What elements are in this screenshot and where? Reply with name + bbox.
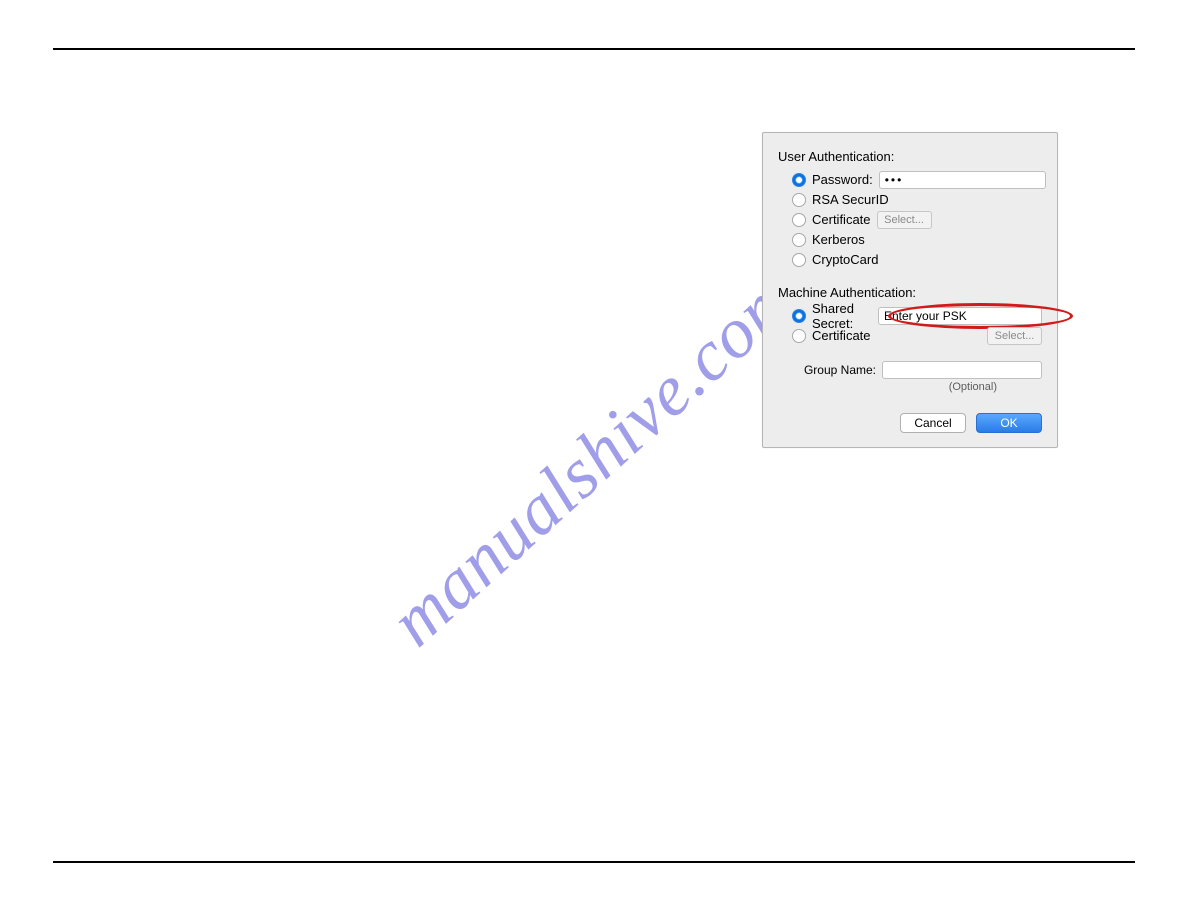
machine-auth-heading: Machine Authentication: [778, 285, 1042, 300]
radio-icon [792, 329, 806, 343]
radio-icon [792, 213, 806, 227]
password-label: Password: [812, 172, 873, 187]
cancel-button[interactable]: Cancel [900, 413, 966, 433]
user-auth-option-kerberos[interactable]: Kerberos [792, 230, 1042, 249]
ok-button[interactable]: OK [976, 413, 1042, 433]
radio-icon [792, 193, 806, 207]
user-auth-option-rsa[interactable]: RSA SecurID [792, 190, 1042, 209]
watermark-text: manualshive.com [374, 255, 814, 663]
machine-certificate-label: Certificate [812, 328, 871, 343]
certificate-select-button[interactable]: Select... [877, 211, 932, 229]
group-name-label: Group Name: [804, 363, 876, 377]
group-name-row: Group Name: [778, 361, 1042, 379]
user-auth-heading: User Authentication: [778, 149, 1042, 164]
bottom-divider [53, 861, 1135, 863]
auth-settings-dialog: User Authentication: Password: RSA Secur… [762, 132, 1058, 448]
radio-selected-icon [792, 309, 806, 323]
cryptocard-label: CryptoCard [812, 252, 878, 267]
radio-icon [792, 233, 806, 247]
radio-icon [792, 253, 806, 267]
user-auth-option-password[interactable]: Password: [792, 170, 1042, 189]
password-input[interactable] [879, 171, 1046, 189]
shared-secret-input[interactable] [878, 307, 1042, 325]
user-auth-option-cryptocard[interactable]: CryptoCard [792, 250, 1042, 269]
top-divider [53, 48, 1135, 50]
optional-hint: (Optional) [778, 381, 997, 393]
radio-selected-icon [792, 173, 806, 187]
group-name-input[interactable] [882, 361, 1042, 379]
dialog-button-row: Cancel OK [778, 413, 1042, 433]
kerberos-label: Kerberos [812, 232, 865, 247]
user-auth-option-certificate[interactable]: Certificate Select... [792, 210, 1042, 229]
certificate-label: Certificate [812, 212, 871, 227]
rsa-label: RSA SecurID [812, 192, 889, 207]
machine-certificate-select-button[interactable]: Select... [987, 327, 1042, 345]
machine-auth-option-certificate[interactable]: Certificate Select... [792, 326, 1042, 345]
machine-auth-option-shared-secret[interactable]: Shared Secret: [792, 306, 1042, 325]
